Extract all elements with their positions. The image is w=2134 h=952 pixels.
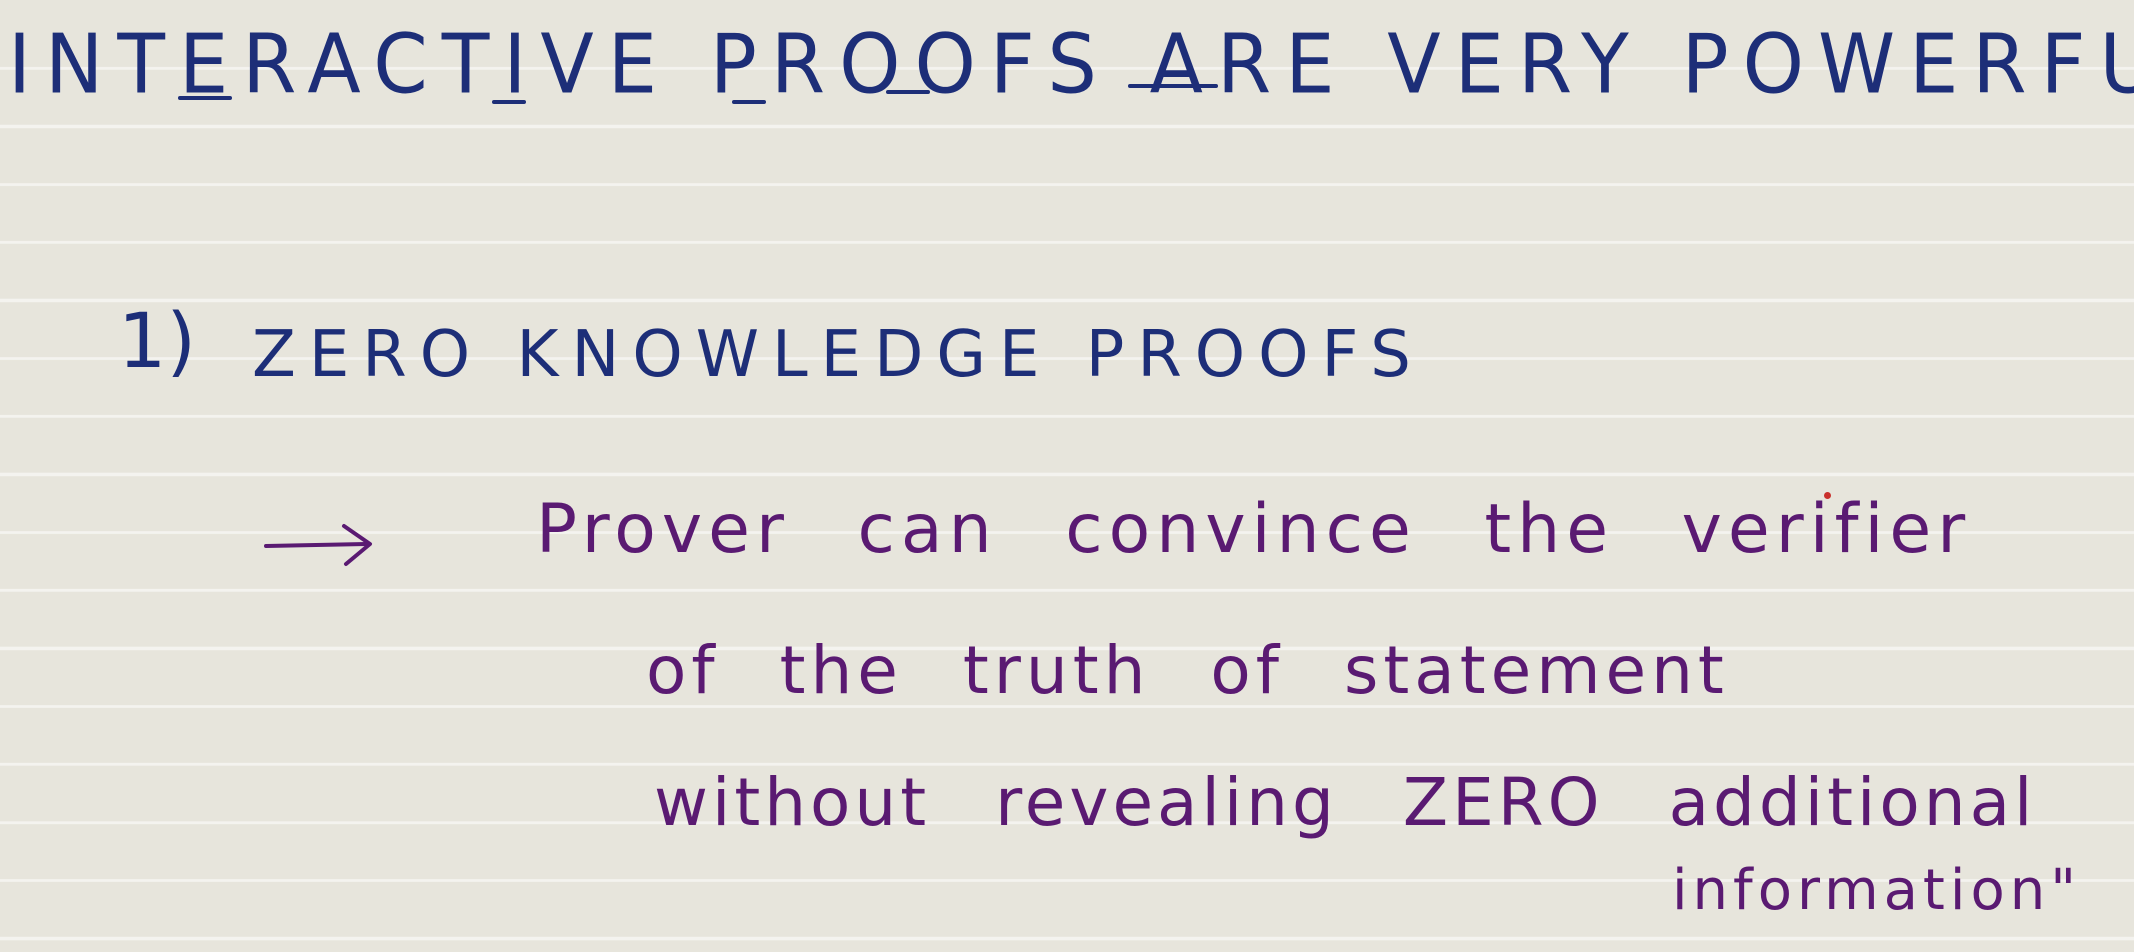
list-item-title: ZERO KNOWLEDGE PROOFS: [252, 318, 1424, 392]
right-arrow-icon: [264, 524, 372, 566]
note-line: information": [1672, 858, 2081, 923]
title-underline-mark: [1128, 84, 1218, 88]
note-line: without revealing ZERO additional: [654, 764, 2037, 841]
page-title: INTERACTIVE PROOFS ARE VERY POWERFUL: [8, 18, 2134, 113]
title-underline-mark: [492, 100, 526, 104]
title-underline-mark: [178, 96, 232, 100]
note-line: of the truth of statement: [646, 632, 1729, 709]
title-underline-mark: [732, 100, 766, 104]
list-item-number: 1): [118, 296, 197, 385]
note-line: Prover can convince the verifier: [536, 490, 1972, 569]
title-underline-mark: [886, 90, 930, 94]
red-ink-dot: [1824, 492, 1831, 499]
notebook-paper: INTERACTIVE PROOFS ARE VERY POWERFUL 1) …: [0, 0, 2134, 952]
